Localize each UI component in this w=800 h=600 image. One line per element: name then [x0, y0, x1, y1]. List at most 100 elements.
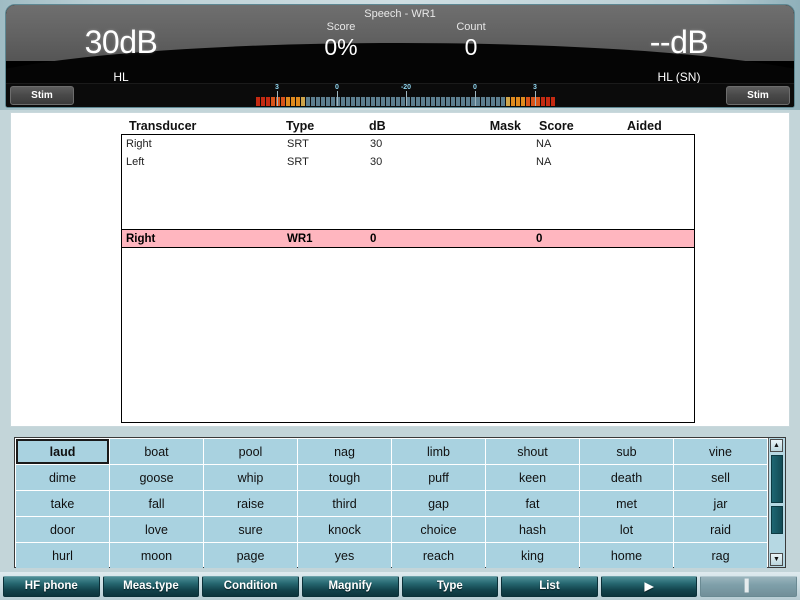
table-cell-transducer: Right [126, 138, 152, 150]
word-cell[interactable]: lot [580, 517, 673, 542]
table-row[interactable]: Left SRT 30 NA [122, 153, 694, 171]
vu-tick [386, 97, 390, 106]
score-readout: Score 0% [291, 21, 391, 60]
toolbar-button-meas-type[interactable]: Meas.type [102, 575, 200, 597]
vu-tick [331, 97, 335, 106]
word-cell[interactable]: boat [110, 439, 203, 464]
word-cell[interactable]: door [16, 517, 109, 542]
vu-tick [356, 97, 360, 106]
word-cell[interactable]: raid [674, 517, 767, 542]
table-cell-score: NA [536, 156, 552, 168]
vu-tick [316, 97, 320, 106]
word-cell[interactable]: choice [392, 517, 485, 542]
word-cell[interactable]: death [580, 465, 673, 490]
vu-scale-label: -20 [400, 84, 412, 91]
vu-tick [496, 97, 500, 106]
word-cell[interactable]: moon [110, 543, 203, 568]
score-value: 0% [324, 34, 358, 60]
toolbar-play-button[interactable]: ▶ [600, 575, 698, 597]
masking-level-value-right: --dB [649, 24, 709, 60]
word-cell[interactable]: jar [674, 491, 767, 516]
word-cell[interactable]: raise [204, 491, 297, 516]
vu-scale-mark [535, 91, 536, 106]
word-cell[interactable]: pool [204, 439, 297, 464]
word-list-panel: laud boat pool nag limb shout sub vine dime goose… [14, 437, 786, 568]
vu-tick [461, 97, 465, 106]
table-cell-db: 0 [370, 232, 377, 245]
stimulus-level-value-left: 30dB [84, 24, 158, 60]
word-cell[interactable]: keen [486, 465, 579, 490]
word-cell[interactable]: sell [674, 465, 767, 490]
vu-tick [286, 97, 290, 106]
scrollbar-thumb[interactable] [771, 455, 783, 503]
toolbar-button-hf-phone[interactable]: HF phone [3, 575, 100, 597]
stim-button-left[interactable]: Stim [10, 86, 74, 105]
word-cell[interactable]: sub [580, 439, 673, 464]
word-cell[interactable]: king [486, 543, 579, 568]
word-list-scrollbar[interactable]: ▲ ▼ [768, 438, 785, 567]
word-cell[interactable]: knock [298, 517, 391, 542]
word-cell[interactable]: take [16, 491, 109, 516]
vu-tick [456, 97, 460, 106]
vu-tick [366, 97, 370, 106]
vu-tick [511, 97, 515, 106]
word-cell[interactable]: fat [486, 491, 579, 516]
vu-tick [481, 97, 485, 106]
scroll-up-icon[interactable]: ▲ [770, 439, 783, 452]
word-cell[interactable]: whip [204, 465, 297, 490]
vu-tick [376, 97, 380, 106]
page-title: Speech - WR1 [364, 8, 436, 20]
word-cell-selected[interactable]: laud [16, 439, 109, 464]
vu-tick [351, 97, 355, 106]
word-cell[interactable]: shout [486, 439, 579, 464]
toolbar-button-type[interactable]: Type [401, 575, 499, 597]
word-cell[interactable]: gap [392, 491, 485, 516]
word-cell[interactable]: reach [392, 543, 485, 568]
word-cell[interactable]: goose [110, 465, 203, 490]
word-grid[interactable]: laud boat pool nag limb shout sub vine dime goose… [15, 438, 768, 568]
vu-tick [306, 97, 310, 106]
word-cell[interactable]: rag [674, 543, 767, 568]
word-cell[interactable]: limb [392, 439, 485, 464]
vu-tick [261, 97, 265, 106]
word-cell[interactable]: puff [392, 465, 485, 490]
vu-tick [416, 97, 420, 106]
toolbar-button-magnify[interactable]: Magnify [301, 575, 399, 597]
word-cell[interactable]: hash [486, 517, 579, 542]
table-body: Right SRT 30 NA Left SRT 30 NA Right WR1 0 0 [121, 134, 695, 423]
word-cell[interactable]: third [298, 491, 391, 516]
table-row-active[interactable]: Right WR1 0 0 [122, 229, 694, 248]
word-cell[interactable]: love [110, 517, 203, 542]
vu-tick [291, 97, 295, 106]
score-label: Score [326, 21, 356, 33]
word-cell[interactable]: vine [674, 439, 767, 464]
word-cell[interactable]: hurl [16, 543, 109, 568]
word-cell[interactable]: nag [298, 439, 391, 464]
table-cell-type: SRT [287, 138, 309, 150]
word-cell[interactable]: page [204, 543, 297, 568]
vu-scale-mark [337, 91, 338, 106]
table-cell-type: WR1 [287, 232, 313, 245]
vu-tick [381, 97, 385, 106]
vu-tick [266, 97, 270, 106]
vu-tick [506, 97, 510, 106]
vu-scale-mark [475, 91, 476, 106]
stim-button-right[interactable]: Stim [726, 86, 790, 105]
scrollbar-thumb-lower[interactable] [771, 506, 783, 534]
toolbar-button-list[interactable]: List [501, 575, 598, 597]
word-cell[interactable]: dime [16, 465, 109, 490]
word-cell[interactable]: tough [298, 465, 391, 490]
word-cell[interactable]: home [580, 543, 673, 568]
vu-tick [341, 97, 345, 106]
table-row[interactable]: Right SRT 30 NA [122, 135, 694, 153]
word-cell[interactable]: fall [110, 491, 203, 516]
vu-tick [396, 97, 400, 106]
scroll-down-icon[interactable]: ▼ [770, 553, 783, 566]
word-cell[interactable]: met [580, 491, 673, 516]
vu-tick [296, 97, 300, 106]
vu-tick [346, 97, 350, 106]
toolbar-button-condition[interactable]: Condition [202, 575, 299, 597]
word-cell[interactable]: yes [298, 543, 391, 568]
vu-tick [426, 97, 430, 106]
word-cell[interactable]: sure [204, 517, 297, 542]
